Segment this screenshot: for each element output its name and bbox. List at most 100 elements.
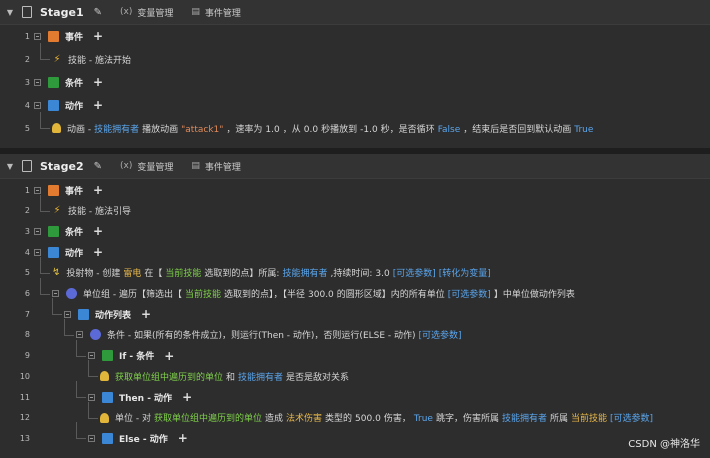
collapse-toggle-icon[interactable] [34,32,41,40]
param-segment[interactable]: 技能拥有者 [282,269,327,279]
collapse-toggle-icon[interactable] [34,227,41,235]
param-segment[interactable]: "attack1" [181,125,223,135]
tree-connector [76,422,77,439]
optional-param-link[interactable]: [可选参数] [610,414,653,424]
param-segment[interactable]: 获取单位组中遍历到的单位 [154,414,262,424]
tree-row[interactable]: 10 获取单位组中遍历到的单位和技能拥有者 是否是敌对关系 [0,360,710,386]
tree-connector [76,381,77,397]
action-icon [102,391,113,403]
text-segment: 动画 - [67,124,92,135]
collapse-toggle-icon[interactable] [34,186,41,194]
tree-row[interactable]: 3 条件 + [0,221,710,241]
collapse-toggle-icon[interactable] [88,352,95,360]
tree-row[interactable]: 5 动画 - 技能拥有者 播放动画 "attack1" ，速率为 1.0 ，从 0.0 秒播放到 -… [0,112,710,138]
row-content: ⚡ 技能 - 施法引导 [52,204,134,217]
unit-icon [52,123,61,133]
collapse-toggle-icon[interactable] [52,290,59,297]
param-segment[interactable]: True [414,414,433,424]
tree-row[interactable]: 11 Then - 动作 + [0,381,710,407]
row-content: Else - 动作 + [88,431,188,445]
collapse-toggle-icon[interactable] [34,101,41,109]
variable-manager-button[interactable]: (x) 变量管理 [120,160,173,173]
text-segment: 类型的 [325,414,353,425]
collapse-toggle-icon[interactable] [88,393,95,401]
unit-group-icon [66,288,77,299]
add-icon[interactable]: + [164,349,174,363]
add-icon[interactable]: + [93,224,103,238]
text-segment: 跳字，伤害所属 [435,414,499,425]
tree-row[interactable]: 12 单位 - 对获取单位组中遍历到的单位 造成 法术伤害 类型的 500.0 伤害， Tru… [0,401,710,428]
tree-row[interactable]: 2 ⚡ 技能 - 施法开始 [0,43,710,69]
param-segment[interactable]: 技能拥有者 [238,373,283,383]
optional-param-link[interactable]: [可选参数] [393,269,436,279]
tree-row[interactable]: 6 单位组 - 遍历【筛选出【 当前技能 选取到的点】，【半径 300.0 的圆形区域】内… [0,277,710,304]
param-segment[interactable]: 当前技能 [165,269,201,279]
tree-connector [40,194,41,211]
add-icon[interactable]: + [141,307,151,321]
line-number: 1 [24,185,30,195]
variable-manager-button[interactable]: (x) 变量管理 [120,6,173,19]
tree-connector [88,376,98,378]
optional-param-link[interactable]: [可选参数] [419,331,462,341]
add-icon[interactable]: + [93,183,103,197]
statement-text: 技能 - 施法开始 [68,53,134,66]
event-icon [48,30,59,42]
line-number: 5 [24,268,30,278]
add-icon[interactable]: + [93,75,103,89]
collapse-chevron-icon[interactable]: ▼ [4,8,16,17]
event-manager-button[interactable]: ▤ 事件管理 [191,160,241,173]
param-segment[interactable]: 法术伤害 [286,414,322,424]
tree-row[interactable]: 3 条件 + [0,72,710,92]
param-segment[interactable]: 技能拥有者 [502,414,547,424]
collapse-toggle-icon[interactable] [34,248,41,256]
param-segment[interactable]: 获取单位组中遍历到的单位 [115,373,223,383]
optional-param-link[interactable]: [可选参数] [448,290,491,300]
line-number: 11 [19,392,30,402]
row-content: 单位组 - 遍历【筛选出【 当前技能 选取到的点】，【半径 300.0 的圆形区域】内的… [52,287,578,300]
variable-manager-label: 变量管理 [137,162,174,173]
statement-text: 技能 - 施法引导 [68,204,134,217]
bolt-icon: ⚡ [53,205,61,217]
row-content: 动作 + [34,98,103,112]
param-segment[interactable]: True [574,125,593,135]
tree-row[interactable]: 4 动作 + [0,242,710,262]
tree-row[interactable]: 13 Else - 动作 + [0,422,710,448]
add-icon[interactable]: + [182,390,192,404]
param-segment[interactable]: False [438,125,461,135]
event-manager-button[interactable]: ▤ 事件管理 [191,6,241,19]
text-segment: 技能 - 施法开始 [68,55,131,66]
collapse-toggle-icon[interactable] [64,310,71,318]
row-content: 单位 - 对获取单位组中遍历到的单位 造成 法术伤害 类型的 500.0 伤害， True 跳… [100,411,656,424]
line-number: 10 [19,371,30,381]
row-content: 获取单位组中遍历到的单位和技能拥有者 是否是敌对关系 [100,370,352,383]
add-icon[interactable]: + [93,98,103,112]
tree-row[interactable]: 1 事件 + [0,180,710,200]
tree-row[interactable]: 5 ↯ 投射物 - 创建 雷电 在【 当前技能 选取到的点】所属: 技能拥有者 ,持续时间: 3.… [0,256,710,283]
stage1-panel: ▼ Stage1 ✎ (x) 变量管理 ▤ 事件管理 1 事件 +2 ⚡ 技能 - 施法… [0,0,710,148]
collapse-toggle-icon[interactable] [76,331,83,339]
tree-connector [40,277,41,294]
tree-row[interactable]: 9 If - 条件 + [0,339,710,366]
collapse-toggle-icon[interactable] [88,434,95,442]
tree-row[interactable]: 8 条件 - 如果(所有的条件成立)，则运行(Then - 动作)，否则运行(EL… [0,318,710,345]
param-segment[interactable]: 雷电 [123,269,141,279]
edit-icon[interactable]: ✎ [94,7,102,18]
tree-connector [40,256,41,273]
add-icon[interactable]: + [178,431,188,445]
collapse-chevron-icon[interactable]: ▼ [4,162,16,171]
optional-param-link[interactable]: [转化为变量] [439,269,491,279]
param-segment[interactable]: 当前技能 [571,414,607,424]
row-content: 事件 + [34,183,103,197]
add-icon[interactable]: + [93,245,103,259]
collapse-toggle-icon[interactable] [34,78,41,86]
text-segment: 条件 - 如果(所有的条件成立)，则运行(Then - 动作)，否则运行(ELS… [107,331,416,342]
edit-icon[interactable]: ✎ [94,161,102,172]
param-segment[interactable]: 当前技能 [185,290,221,300]
tree-row[interactable]: 2 ⚡ 技能 - 施法引导 [0,194,710,221]
tree-row[interactable]: 1 事件 + [0,26,710,46]
tree-row[interactable]: 4 动作 + [0,95,710,115]
row-content: 动作 + [34,245,103,259]
add-icon[interactable]: + [93,29,103,43]
param-segment[interactable]: 技能拥有者 [94,125,139,135]
tree-row[interactable]: 7 动作列表 + [0,298,710,324]
